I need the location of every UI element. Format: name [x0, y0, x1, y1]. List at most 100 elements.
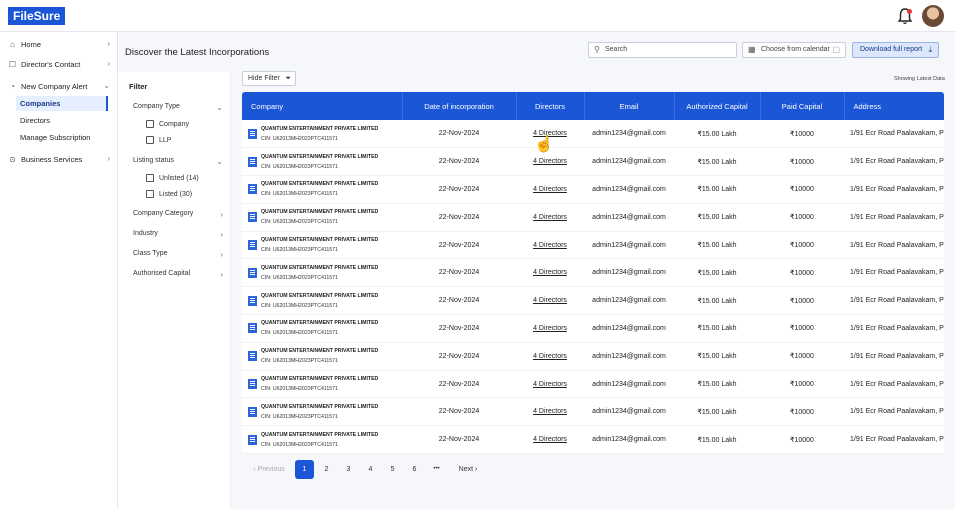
table-row[interactable]: QUANTUM ENTERTAINMENT PRIVATE LIMITED CIN…	[242, 342, 944, 371]
company-name[interactable]: QUANTUM ENTERTAINMENT PRIVATE LIMITED	[261, 432, 378, 438]
company-cell[interactable]: QUANTUM ENTERTAINMENT PRIVATE LIMITED CIN…	[242, 425, 402, 454]
company-text: QUANTUM ENTERTAINMENT PRIVATE LIMITED CIN…	[261, 209, 378, 225]
directors-link[interactable]: 4 Directors	[533, 214, 567, 221]
company-text: QUANTUM ENTERTAINMENT PRIVATE LIMITED CIN…	[261, 237, 378, 253]
company-cell[interactable]: QUANTUM ENTERTAINMENT PRIVATE LIMITED CIN…	[242, 258, 402, 288]
company-cell[interactable]: QUANTUM ENTERTAINMENT PRIVATE LIMITED CIN…	[242, 231, 402, 260]
filesure-logo[interactable]: FileSure	[8, 7, 66, 25]
page-2-button[interactable]: 2	[317, 460, 336, 479]
column-header-authorized-capital[interactable]: Authorized Capital	[674, 92, 761, 120]
page-5-button[interactable]: 5	[383, 460, 402, 479]
company-name[interactable]: QUANTUM ENTERTAINMENT PRIVATE LIMITED	[261, 181, 378, 187]
checkbox-llp[interactable]: LLP	[146, 136, 171, 144]
company-cell[interactable]: QUANTUM ENTERTAINMENT PRIVATE LIMITED CIN…	[242, 175, 402, 204]
table-row[interactable]: QUANTUM ENTERTAINMENT PRIVATE LIMITED CIN…	[242, 425, 944, 454]
company-cell[interactable]: QUANTUM ENTERTAINMENT PRIVATE LIMITED CIN…	[242, 147, 402, 177]
checkbox-listed[interactable]: Listed (30)	[146, 190, 192, 198]
filter-group-listing-status[interactable]: Listing status ⌄	[133, 157, 223, 166]
table-row[interactable]: QUANTUM ENTERTAINMENT PRIVATE LIMITED CIN…	[242, 286, 944, 316]
table-row[interactable]: QUANTUM ENTERTAINMENT PRIVATE LIMITED CIN…	[242, 258, 944, 288]
page-4-button[interactable]: 4	[361, 460, 380, 479]
hand-cursor-icon: ☝	[534, 136, 554, 153]
company-cell[interactable]: QUANTUM ENTERTAINMENT PRIVATE LIMITED CIN…	[242, 203, 402, 232]
filter-group-class-type[interactable]: Class Type ›	[133, 250, 223, 259]
checkbox-box[interactable]	[146, 174, 154, 182]
column-header-address[interactable]: Address	[844, 92, 944, 120]
company-name[interactable]: QUANTUM ENTERTAINMENT PRIVATE LIMITED	[261, 293, 378, 299]
column-header-date[interactable]: Date of incorporation	[402, 92, 517, 120]
sidebar-item-new-company-alert[interactable]: ◔ New Company Alert ⌄	[8, 79, 112, 93]
company-cell[interactable]: QUANTUM ENTERTAINMENT PRIVATE LIMITED CIN…	[242, 314, 402, 343]
table-row[interactable]: QUANTUM ENTERTAINMENT PRIVATE LIMITED CIN…	[242, 147, 944, 177]
building-icon	[248, 406, 257, 417]
sidebar-subitem-companies[interactable]: Companies	[16, 96, 108, 111]
company-name[interactable]: QUANTUM ENTERTAINMENT PRIVATE LIMITED	[261, 348, 378, 354]
company-name[interactable]: QUANTUM ENTERTAINMENT PRIVATE LIMITED	[261, 265, 378, 271]
chevron-right-icon: ›	[475, 466, 478, 473]
table-row[interactable]: QUANTUM ENTERTAINMENT PRIVATE LIMITED CIN…	[242, 314, 944, 343]
checkbox-company[interactable]: Company	[146, 120, 189, 128]
checkbox-unlisted[interactable]: Unlisted (14)	[146, 174, 199, 182]
download-report-button[interactable]: Download full report ⤓	[852, 42, 939, 58]
calendar-picker[interactable]: ▦ Choose from calendar ▢	[742, 42, 846, 58]
directors-link[interactable]: 4 Directors	[533, 353, 567, 360]
page-6-button[interactable]: 6	[405, 460, 424, 479]
company-cell-content: QUANTUM ENTERTAINMENT PRIVATE LIMITED CIN…	[248, 404, 402, 420]
hide-filter-button[interactable]: Hide Filter ⏷	[242, 71, 296, 86]
company-name[interactable]: QUANTUM ENTERTAINMENT PRIVATE LIMITED	[261, 237, 378, 243]
search-input[interactable]: ⚲ Search	[588, 42, 737, 58]
directors-link[interactable]: 4 Directors	[533, 381, 567, 388]
company-cell[interactable]: QUANTUM ENTERTAINMENT PRIVATE LIMITED CIN…	[242, 342, 402, 371]
next-page-button[interactable]: Next ›	[453, 460, 483, 479]
column-header-email[interactable]: Email	[584, 92, 675, 120]
paid-capital-cell: ₹10000	[760, 147, 844, 177]
company-name[interactable]: QUANTUM ENTERTAINMENT PRIVATE LIMITED	[261, 126, 378, 132]
column-header-company[interactable]: Company	[242, 92, 403, 120]
column-header-directors[interactable]: Directors	[516, 92, 585, 120]
filter-group-company-category[interactable]: Company Category ›	[133, 210, 223, 219]
filter-group-company-type[interactable]: Company Type ⌄	[133, 103, 223, 112]
directors-link[interactable]: 4 Directors	[533, 325, 567, 332]
table-row[interactable]: QUANTUM ENTERTAINMENT PRIVATE LIMITED CIN…	[242, 397, 944, 427]
filter-group-authorised-capital[interactable]: Authorised Capital ›	[133, 270, 223, 279]
sidebar-item-directors-contact[interactable]: ☐ Director's Contact ›	[8, 57, 112, 71]
checkbox-box[interactable]	[146, 190, 154, 198]
page-3-button[interactable]: 3	[339, 460, 358, 479]
company-cell[interactable]: QUANTUM ENTERTAINMENT PRIVATE LIMITED CIN…	[242, 397, 402, 427]
company-name[interactable]: QUANTUM ENTERTAINMENT PRIVATE LIMITED	[261, 404, 378, 410]
directors-link[interactable]: 4 Directors	[533, 158, 567, 165]
user-avatar[interactable]	[922, 5, 944, 27]
company-name[interactable]: QUANTUM ENTERTAINMENT PRIVATE LIMITED	[261, 154, 378, 160]
sidebar-item-label: Home	[21, 39, 42, 49]
directors-link[interactable]: 4 Directors	[533, 186, 567, 193]
date-cell: 22-Nov-2024	[402, 314, 516, 343]
table-row[interactable]: QUANTUM ENTERTAINMENT PRIVATE LIMITED CIN…	[242, 120, 944, 149]
page-1-button[interactable]: 1	[295, 460, 314, 479]
company-cell[interactable]: QUANTUM ENTERTAINMENT PRIVATE LIMITED CIN…	[242, 286, 402, 316]
date-cell: 22-Nov-2024	[402, 286, 516, 316]
company-name[interactable]: QUANTUM ENTERTAINMENT PRIVATE LIMITED	[261, 209, 378, 215]
column-header-paid-capital[interactable]: Paid Capital	[760, 92, 845, 120]
company-name[interactable]: QUANTUM ENTERTAINMENT PRIVATE LIMITED	[261, 376, 378, 382]
companies-table: Company Date of incorporation Directors …	[242, 92, 944, 454]
company-cell[interactable]: QUANTUM ENTERTAINMENT PRIVATE LIMITED CIN…	[242, 370, 402, 399]
table-row[interactable]: QUANTUM ENTERTAINMENT PRIVATE LIMITED CIN…	[242, 175, 944, 204]
sidebar-item-business-services[interactable]: ⊙ Business Services ›	[8, 152, 112, 166]
table-row[interactable]: QUANTUM ENTERTAINMENT PRIVATE LIMITED CIN…	[242, 203, 944, 232]
filter-group-industry[interactable]: Industry ›	[133, 230, 223, 239]
directors-link[interactable]: 4 Directors	[533, 408, 567, 415]
table-row[interactable]: QUANTUM ENTERTAINMENT PRIVATE LIMITED CIN…	[242, 231, 944, 260]
directors-link[interactable]: 4 Directors	[533, 269, 567, 276]
company-name[interactable]: QUANTUM ENTERTAINMENT PRIVATE LIMITED	[261, 320, 378, 326]
previous-page-button[interactable]: ‹ Previous	[246, 460, 292, 479]
sidebar-subitem-directors[interactable]: Directors	[16, 113, 108, 128]
checkbox-box[interactable]	[146, 120, 154, 128]
company-cell[interactable]: QUANTUM ENTERTAINMENT PRIVATE LIMITED CIN…	[242, 120, 402, 149]
directors-link[interactable]: 4 Directors	[533, 242, 567, 249]
table-row[interactable]: QUANTUM ENTERTAINMENT PRIVATE LIMITED CIN…	[242, 370, 944, 399]
sidebar-item-home[interactable]: ⌂ Home ›	[8, 37, 112, 51]
sidebar-subitem-manage-subscription[interactable]: Manage Subscription	[16, 130, 108, 145]
checkbox-box[interactable]	[146, 136, 154, 144]
directors-link[interactable]: 4 Directors	[533, 436, 567, 443]
directors-link[interactable]: 4 Directors	[533, 297, 567, 304]
